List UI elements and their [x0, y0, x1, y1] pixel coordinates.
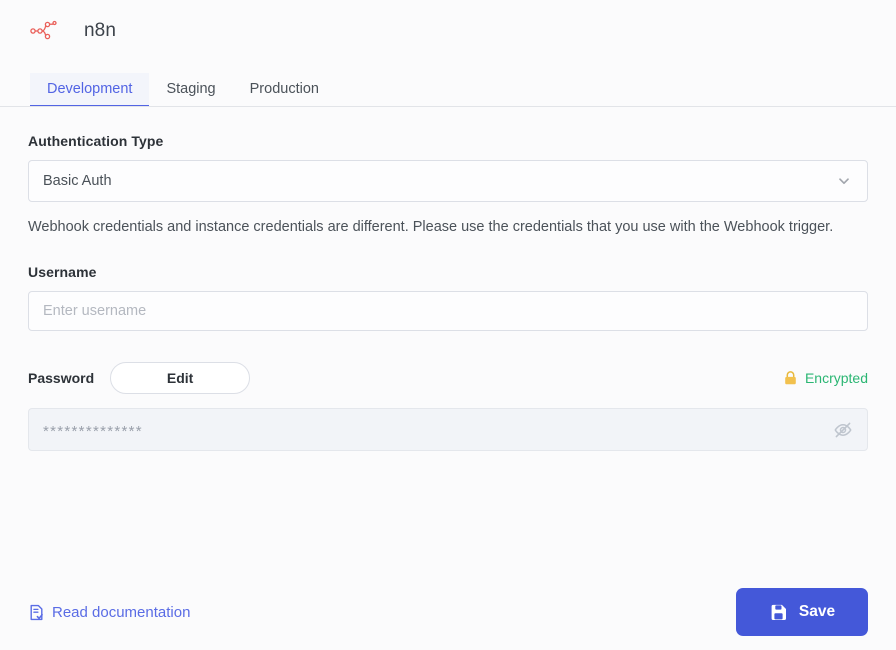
chevron-down-icon	[837, 174, 851, 188]
eye-off-icon[interactable]	[833, 420, 853, 440]
auth-type-selected-value: Basic Auth	[43, 173, 112, 189]
credentials-form: Authentication Type Basic Auth Webhook c…	[0, 133, 896, 452]
auth-type-hint: Webhook credentials and instance credent…	[28, 219, 834, 235]
save-button[interactable]: Save	[736, 588, 868, 636]
tab-production[interactable]: Production	[233, 73, 336, 108]
tab-development[interactable]: Development	[30, 72, 150, 107]
password-label: Password	[28, 370, 95, 387]
document-check-icon	[28, 604, 45, 621]
tab-staging[interactable]: Staging	[149, 73, 232, 108]
save-button-label: Save	[798, 603, 836, 620]
n8n-logo-icon	[30, 20, 60, 42]
read-documentation-link[interactable]: Read documentation	[28, 604, 190, 621]
username-label: Username	[28, 264, 97, 281]
form-footer: Read documentation Save	[0, 574, 896, 650]
lock-icon	[783, 370, 798, 386]
tab-bar-divider	[0, 106, 896, 107]
edit-password-button[interactable]: Edit	[110, 362, 251, 395]
auth-type-select[interactable]: Basic Auth	[28, 160, 868, 202]
password-field[interactable]: **************	[28, 408, 868, 452]
password-masked-value: **************	[43, 422, 143, 440]
encrypted-badge: Encrypted	[783, 370, 868, 386]
password-row: Password Edit Encrypted	[28, 361, 868, 395]
floppy-disk-save-icon	[769, 603, 788, 622]
app-header: n8n	[0, 0, 896, 42]
encrypted-label: Encrypted	[804, 370, 868, 387]
read-documentation-label: Read documentation	[52, 603, 191, 621]
tab-bar: Development Staging Production	[0, 63, 896, 107]
page-title: n8n	[84, 20, 117, 41]
username-input[interactable]	[28, 291, 868, 332]
auth-type-label: Authentication Type	[28, 133, 164, 149]
